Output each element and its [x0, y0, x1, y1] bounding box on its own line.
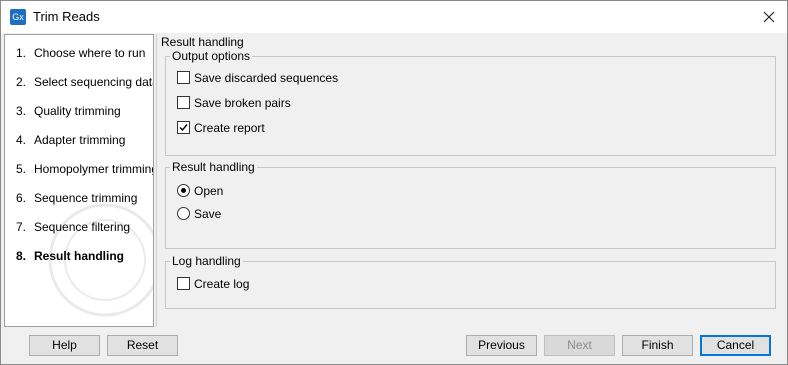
step-choose-where-to-run[interactable]: 1. Choose where to run — [16, 45, 145, 61]
step-select-sequencing-data[interactable]: 2. Select sequencing data — [16, 74, 154, 90]
option-label: Create report — [194, 121, 265, 135]
panel-title: Result handling — [161, 35, 244, 49]
step-label: Result handling — [34, 249, 124, 263]
checkbox-checked[interactable] — [177, 121, 190, 134]
open-radio[interactable]: Open — [177, 183, 223, 199]
log-handling-group: Log handling Create log — [165, 254, 776, 309]
checkmark-icon — [179, 124, 188, 132]
next-button[interactable]: Next — [544, 335, 615, 356]
title-bar: Gx Trim Reads — [1, 1, 787, 33]
create-report-checkbox[interactable]: Create report — [177, 120, 265, 136]
panel-divider — [156, 34, 157, 327]
step-result-handling[interactable]: 8. Result handling — [16, 248, 124, 264]
group-title: Result handling — [170, 160, 257, 174]
radio-selected[interactable] — [177, 184, 190, 197]
cancel-button[interactable]: Cancel — [700, 335, 771, 356]
step-label: Choose where to run — [34, 46, 146, 60]
app-icon: Gx — [10, 9, 26, 25]
checkbox-unchecked[interactable] — [177, 277, 190, 290]
step-label: Adapter trimming — [34, 133, 126, 147]
option-label: Save broken pairs — [194, 96, 291, 110]
help-button[interactable]: Help — [29, 335, 100, 356]
finish-button[interactable]: Finish — [622, 335, 693, 356]
result-handling-group: Result handling Open Save — [165, 160, 776, 249]
radio-unselected[interactable] — [177, 207, 190, 220]
step-label: Sequence filtering — [34, 220, 131, 234]
step-label: Quality trimming — [34, 104, 121, 118]
close-button[interactable] — [755, 3, 783, 31]
save-broken-pairs-checkbox[interactable]: Save broken pairs — [177, 95, 291, 111]
checkbox-unchecked[interactable] — [177, 96, 190, 109]
step-quality-trimming[interactable]: 3. Quality trimming — [16, 103, 121, 119]
create-log-checkbox[interactable]: Create log — [177, 276, 249, 292]
save-radio[interactable]: Save — [177, 206, 221, 222]
step-label: Sequence trimming — [34, 191, 138, 205]
option-label: Open — [194, 184, 224, 198]
step-label: Select sequencing data — [34, 75, 154, 89]
checkbox-unchecked[interactable] — [177, 71, 190, 84]
step-homopolymer-trimming[interactable]: 5. Homopolymer trimming — [16, 161, 154, 177]
window-title: Trim Reads — [33, 9, 100, 24]
group-title: Log handling — [170, 254, 243, 268]
trim-reads-dialog: Gx Trim Reads 1. Choose where to run 2. Se… — [0, 0, 788, 365]
close-icon — [763, 11, 775, 23]
option-label: Save — [194, 207, 222, 221]
step-adapter-trimming[interactable]: 4. Adapter trimming — [16, 132, 125, 148]
step-sequence-trimming[interactable]: 6. Sequence trimming — [16, 190, 137, 206]
option-label: Save discarded sequences — [194, 71, 339, 85]
step-label: Homopolymer trimming — [34, 162, 154, 176]
step-sequence-filtering[interactable]: 7. Sequence filtering — [16, 219, 130, 235]
option-label: Create log — [194, 277, 250, 291]
previous-button[interactable]: Previous — [466, 335, 537, 356]
save-discarded-sequences-checkbox[interactable]: Save discarded sequences — [177, 70, 338, 86]
wizard-steps-panel: 1. Choose where to run 2. Select sequencin… — [4, 34, 154, 327]
output-options-group: Output options Save discarded sequences … — [165, 49, 776, 156]
reset-button[interactable]: Reset — [107, 335, 178, 356]
group-title: Output options — [170, 49, 253, 63]
